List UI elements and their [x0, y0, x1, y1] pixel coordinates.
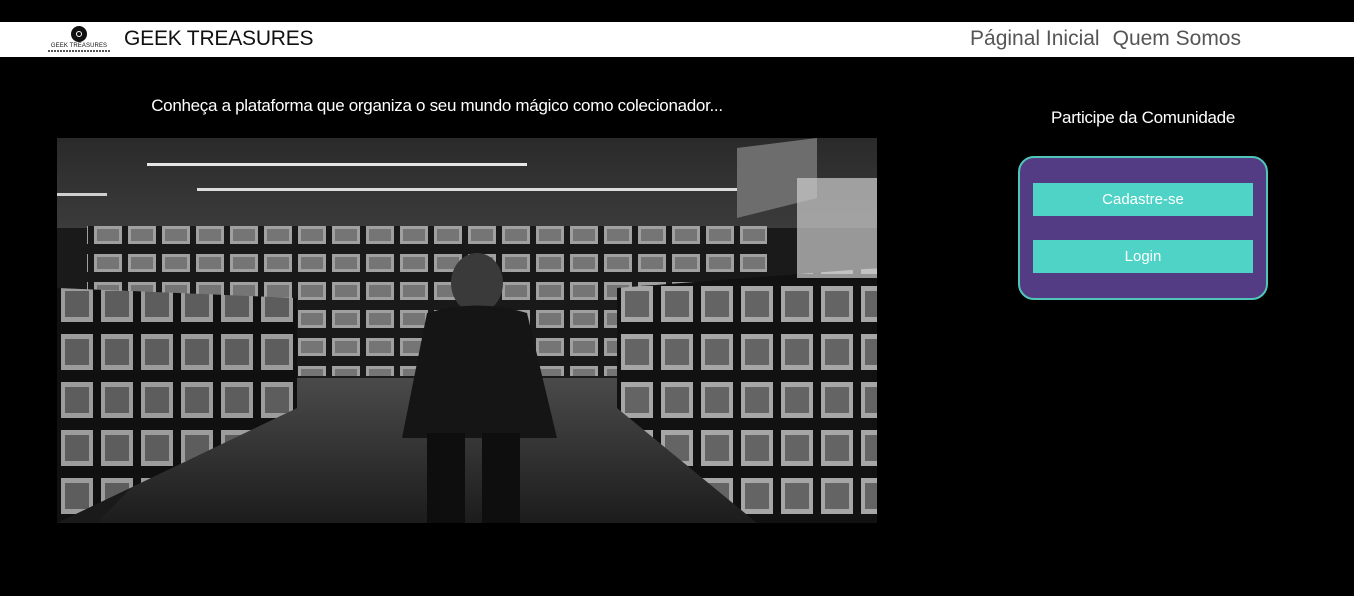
login-button[interactable]: Login	[1033, 240, 1253, 273]
header: GEEK TREASURES GEEK TREASURES Páginal In…	[0, 22, 1354, 57]
signup-button[interactable]: Cadastre-se	[1033, 183, 1253, 216]
brand-title: GEEK TREASURES	[124, 27, 314, 50]
logo-tagline	[48, 50, 110, 52]
page: GEEK TREASURES GEEK TREASURES Páginal In…	[0, 0, 1354, 596]
intro-text: Conheça a plataforma que organiza o seu …	[151, 96, 723, 115]
hero-image	[57, 138, 877, 523]
nav-link-home[interactable]: Páginal Inicial	[970, 27, 1100, 51]
nav-link-about[interactable]: Quem Somos	[1113, 27, 1241, 51]
community-card: Cadastre-se Login	[1018, 156, 1268, 300]
community-title: Participe da Comunidade	[1051, 108, 1235, 127]
logo-icon	[71, 26, 87, 42]
logo[interactable]: GEEK TREASURES	[48, 26, 110, 54]
main-nav: Páginal Inicial Quem Somos	[970, 27, 1241, 51]
logo-text: GEEK TREASURES	[50, 43, 108, 49]
